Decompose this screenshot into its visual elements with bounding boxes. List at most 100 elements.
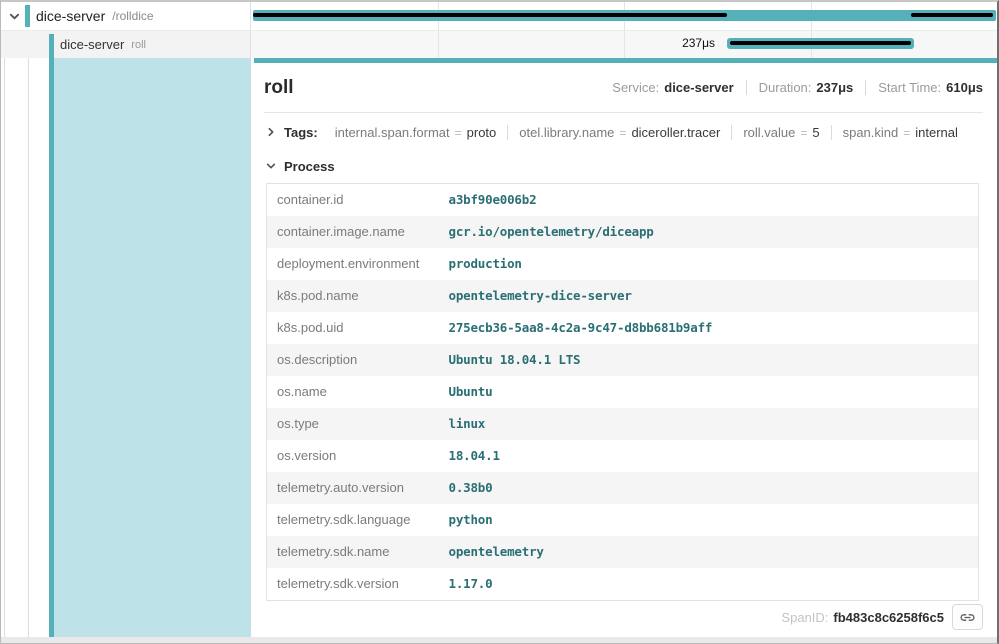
span-bar-child[interactable]: [727, 38, 914, 49]
span-overview: Service: dice-server Duration: 237μs Sta…: [612, 80, 983, 95]
tag-value: diceroller.tracer: [631, 125, 720, 140]
span-duration-label: 237μs: [617, 37, 721, 50]
equals-sign: =: [455, 126, 462, 140]
attribute-key: os.description: [267, 344, 439, 376]
overview-label: Start Time:: [878, 80, 941, 95]
span-bar-parent[interactable]: [253, 10, 996, 21]
span-color-bar: [25, 5, 30, 27]
tag-key: otel.library.name: [519, 125, 614, 140]
equals-sign: =: [619, 126, 626, 140]
tag-item: roll.value = 5: [731, 125, 830, 140]
tag-item: internal.span.format = proto: [324, 125, 508, 140]
tree-indent-guide: [28, 58, 29, 637]
critical-path-segment: [911, 13, 993, 17]
table-row: os.description Ubuntu 18.04.1 LTS: [267, 344, 979, 376]
table-row: os.version 18.04.1: [267, 440, 979, 472]
tag-key: span.kind: [843, 125, 899, 140]
timeline-cell-child[interactable]: 237μs: [251, 31, 997, 58]
attribute-key: telemetry.sdk.version: [267, 568, 439, 601]
critical-path-segment: [253, 13, 727, 17]
table-row: os.name Ubuntu: [267, 376, 979, 408]
table-row: container.id a3bf90e006b2: [267, 184, 979, 217]
attribute-key: telemetry.sdk.name: [267, 536, 439, 568]
jaeger-trace-detail-view: dice-server /rolldice dice-server roll 2…: [0, 0, 999, 644]
equals-sign: =: [800, 126, 807, 140]
table-row: telemetry.auto.version 0.38b0: [267, 472, 979, 504]
span-id-label: SpanID:: [781, 610, 828, 625]
table-row: container.image.name gcr.io/opentelemetr…: [267, 216, 979, 248]
span-id-footer: SpanID: fb483c8c6258f6c5: [781, 604, 983, 630]
span-detail-header: roll Service: dice-server Duration: 237μ…: [264, 63, 983, 113]
span-name-cell-child[interactable]: dice-server roll: [1, 31, 251, 58]
attribute-key: container.id: [267, 184, 439, 217]
span-name-cell-parent[interactable]: dice-server /rolldice: [1, 2, 251, 30]
selected-span-highlight: [54, 58, 251, 637]
overview-label: Service:: [612, 80, 659, 95]
attribute-value: gcr.io/opentelemetry/diceapp: [439, 216, 979, 248]
tag-key: internal.span.format: [335, 125, 450, 140]
attribute-value: production: [439, 248, 979, 280]
attribute-value: 1.17.0: [439, 568, 979, 601]
attribute-key: telemetry.sdk.language: [267, 504, 439, 536]
tag-value: internal: [915, 125, 958, 140]
bottom-gutter: [1, 637, 997, 643]
timeline-gridline: [438, 31, 439, 58]
overview-value: 237μs: [816, 80, 853, 95]
span-id-value: fb483c8c6258f6c5: [833, 610, 944, 625]
process-section-label[interactable]: Process: [284, 159, 335, 174]
tag-item: otel.library.name = diceroller.tracer: [507, 125, 731, 140]
collapse-chevron-icon[interactable]: [8, 10, 20, 22]
process-section-toggle[interactable]: Process: [264, 153, 983, 179]
timeline-cell-parent[interactable]: [251, 2, 997, 30]
attribute-value: opentelemetry: [439, 536, 979, 568]
service-name: dice-server: [60, 37, 124, 52]
attribute-value: linux: [439, 408, 979, 440]
tag-value: proto: [467, 125, 497, 140]
tags-section[interactable]: Tags: internal.span.format = proto otel.…: [264, 114, 983, 150]
overview-label: Duration:: [759, 80, 812, 95]
deep-link-button[interactable]: [952, 604, 983, 630]
equals-sign: =: [903, 126, 910, 140]
tree-indent-guide: [4, 58, 5, 637]
attribute-key: telemetry.auto.version: [267, 472, 439, 504]
table-row: telemetry.sdk.version 1.17.0: [267, 568, 979, 601]
attribute-value: a3bf90e006b2: [439, 184, 979, 217]
attribute-key: k8s.pod.uid: [267, 312, 439, 344]
link-icon: [959, 609, 976, 626]
overview-value: 610μs: [946, 80, 983, 95]
attribute-value: 275ecb36-5aa8-4c2a-9c47-d8bb681b9aff: [439, 312, 979, 344]
tags-section-label[interactable]: Tags:: [284, 125, 318, 140]
span-row-child[interactable]: dice-server roll 237μs: [1, 31, 997, 58]
tag-key: roll.value: [743, 125, 795, 140]
table-row: k8s.pod.name opentelemetry-dice-server: [267, 280, 979, 312]
operation-name: /rolldice: [112, 9, 153, 23]
attribute-key: k8s.pod.name: [267, 280, 439, 312]
attribute-value: 0.38b0: [439, 472, 979, 504]
attribute-key: deployment.environment: [267, 248, 439, 280]
attribute-key: container.image.name: [267, 216, 439, 248]
table-row: os.type linux: [267, 408, 979, 440]
span-title: roll: [264, 77, 294, 99]
table-row: telemetry.sdk.name opentelemetry: [267, 536, 979, 568]
overview-value: dice-server: [664, 80, 733, 95]
service-name: dice-server: [36, 8, 105, 24]
chevron-down-icon[interactable]: [264, 159, 278, 173]
table-row: k8s.pod.uid 275ecb36-5aa8-4c2a-9c47-d8bb…: [267, 312, 979, 344]
attribute-key: os.type: [267, 408, 439, 440]
process-attributes-table: container.id a3bf90e006b2 container.imag…: [266, 183, 979, 601]
attribute-value: python: [439, 504, 979, 536]
attribute-key: os.name: [267, 376, 439, 408]
chevron-right-icon[interactable]: [264, 125, 278, 139]
tag-item: span.kind = internal: [831, 125, 969, 140]
operation-name: roll: [131, 39, 146, 51]
overview-item: Duration: 237μs: [746, 80, 854, 95]
span-row-parent[interactable]: dice-server /rolldice: [1, 2, 997, 31]
span-tree-rail: [1, 58, 251, 637]
attribute-value: Ubuntu 18.04.1 LTS: [439, 344, 979, 376]
span-detail-panel: roll Service: dice-server Duration: 237μ…: [254, 58, 997, 637]
attribute-value: 18.04.1: [439, 440, 979, 472]
span-color-bar: [49, 58, 54, 637]
overview-item: Service: dice-server: [612, 80, 733, 95]
overview-item: Start Time: 610μs: [865, 80, 983, 95]
span-color-bar: [49, 34, 54, 58]
